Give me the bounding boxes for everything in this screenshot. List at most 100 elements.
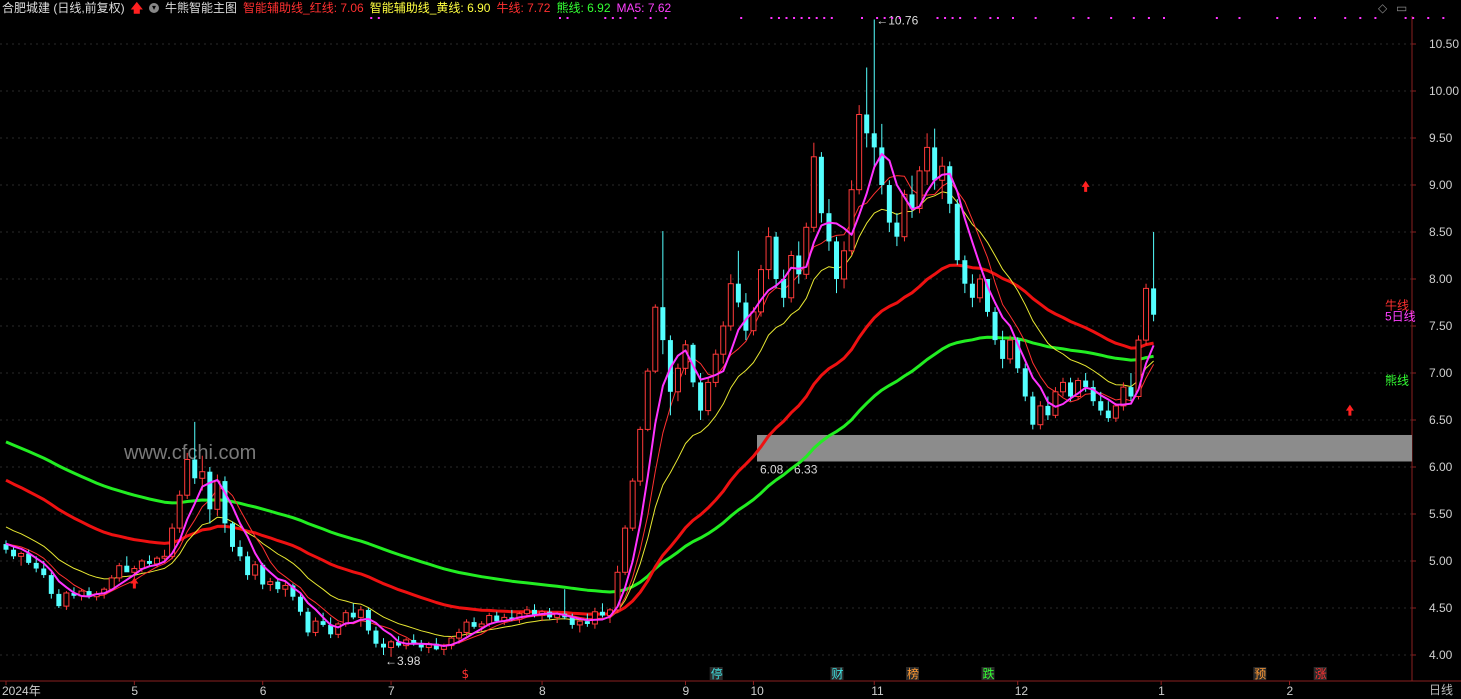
candle-body[interactable] (1128, 387, 1134, 397)
candle-body[interactable] (712, 353, 719, 383)
candle-body[interactable] (230, 523, 235, 547)
candle-body[interactable] (18, 552, 25, 557)
candle-body[interactable] (576, 620, 583, 626)
candle-body[interactable] (1112, 405, 1119, 419)
event-tag[interactable]: 停 (711, 666, 723, 681)
candle-body[interactable] (841, 250, 848, 280)
candle-body[interactable] (1068, 382, 1074, 397)
candle-body[interactable] (237, 546, 243, 557)
candle-body[interactable] (305, 611, 311, 633)
candle-body[interactable] (1045, 405, 1051, 416)
candle-body[interactable] (856, 114, 863, 191)
candle-body[interactable] (192, 459, 198, 479)
candle-body[interactable] (644, 370, 651, 430)
candle-body[interactable] (698, 382, 704, 411)
candle-body[interactable] (48, 575, 54, 594)
candle-body[interactable] (1030, 396, 1036, 425)
candle-body[interactable] (252, 564, 259, 576)
candle-body[interactable] (864, 114, 870, 134)
candle-body[interactable] (1037, 405, 1044, 426)
stock-name[interactable]: 合肥城建 (日线,前复权) (2, 0, 125, 16)
candle-body[interactable] (267, 581, 274, 585)
candle-body[interactable] (1120, 386, 1127, 407)
candle-body[interactable] (871, 133, 877, 148)
candle-body[interactable] (373, 630, 379, 644)
candle-body[interactable] (131, 568, 138, 573)
candle-body[interactable] (939, 165, 946, 181)
candle-body[interactable] (184, 458, 191, 496)
candle-body[interactable] (199, 471, 206, 479)
candle-body[interactable] (1143, 287, 1150, 341)
candle-body[interactable] (622, 527, 629, 573)
period-label[interactable]: 日线 (1429, 681, 1453, 698)
candle-body[interactable] (494, 615, 500, 622)
candle-body[interactable] (796, 255, 802, 275)
event-tag[interactable]: 财 (832, 667, 844, 681)
candle-body[interactable] (834, 241, 839, 279)
candle-body[interactable] (894, 222, 900, 237)
candle-body[interactable] (207, 471, 213, 510)
candle-body[interactable] (275, 581, 281, 590)
candle-body[interactable] (765, 236, 772, 271)
candle-body[interactable] (818, 156, 824, 214)
indicator-name[interactable]: 牛熊智能主图 (165, 0, 237, 16)
candle-body[interactable] (992, 311, 998, 341)
candle-body[interactable] (282, 584, 289, 590)
event-tag[interactable]: 榜 (907, 666, 919, 681)
event-tag[interactable]: 预 (1254, 667, 1266, 681)
candle-body[interactable] (161, 555, 168, 559)
candle-body[interactable] (381, 643, 386, 648)
candle-body[interactable] (222, 481, 228, 524)
candle-body[interactable] (245, 556, 251, 576)
maximize-icon[interactable]: ▭ (1396, 1, 1407, 15)
candle-body[interactable] (56, 593, 62, 607)
diamond-icon[interactable]: ◇ (1378, 1, 1387, 15)
candle-body[interactable] (735, 283, 741, 303)
candle-body[interactable] (886, 185, 892, 223)
candle-body[interactable] (660, 307, 666, 341)
candle-body[interactable] (1083, 380, 1089, 388)
candle-body[interactable] (720, 325, 727, 355)
candle-body[interactable] (599, 611, 605, 616)
candle-body[interactable] (1052, 391, 1059, 416)
candle-body[interactable] (357, 609, 364, 618)
candle-body[interactable] (976, 278, 983, 299)
candle-body[interactable] (478, 623, 485, 628)
candle-body[interactable] (1007, 339, 1014, 360)
candle-body[interactable] (947, 166, 953, 204)
event-tag[interactable]: 跌 (983, 666, 995, 681)
candle-body[interactable] (350, 612, 356, 618)
candle-body[interactable] (312, 620, 319, 633)
candle-body[interactable] (146, 561, 152, 564)
candle-body[interactable] (471, 622, 477, 627)
candle-body[interactable] (652, 306, 659, 372)
candle-body[interactable] (810, 156, 817, 228)
candle-body[interactable] (584, 621, 590, 624)
candle-body[interactable] (705, 381, 712, 412)
candle-body[interactable] (388, 641, 395, 648)
event-tag[interactable]: $ (462, 667, 470, 681)
candle-body[interactable] (788, 255, 795, 299)
candle-body[interactable] (727, 283, 734, 327)
candle-body[interactable] (1151, 288, 1157, 315)
candle-body[interactable] (750, 311, 757, 332)
candle-body[interactable] (1000, 340, 1006, 359)
candle-body[interactable] (1105, 410, 1111, 419)
candle-body[interactable] (41, 568, 47, 576)
candle-body[interactable] (1022, 368, 1028, 397)
candle-body[interactable] (637, 428, 644, 482)
candle-body[interactable] (320, 621, 326, 625)
candle-body[interactable] (124, 565, 130, 573)
candle-body[interactable] (569, 617, 575, 625)
candle-body[interactable] (758, 269, 764, 313)
candle-body[interactable] (116, 565, 123, 579)
candle-body[interactable] (214, 480, 221, 510)
candle-body[interactable] (826, 213, 832, 242)
candle-body[interactable] (297, 596, 303, 612)
candle-body[interactable] (969, 283, 975, 298)
candle-body[interactable] (456, 631, 462, 639)
candle-body[interactable] (1098, 401, 1104, 411)
candle-body[interactable] (773, 236, 779, 279)
candle-body[interactable] (1060, 381, 1066, 393)
candle-body[interactable] (848, 189, 855, 252)
